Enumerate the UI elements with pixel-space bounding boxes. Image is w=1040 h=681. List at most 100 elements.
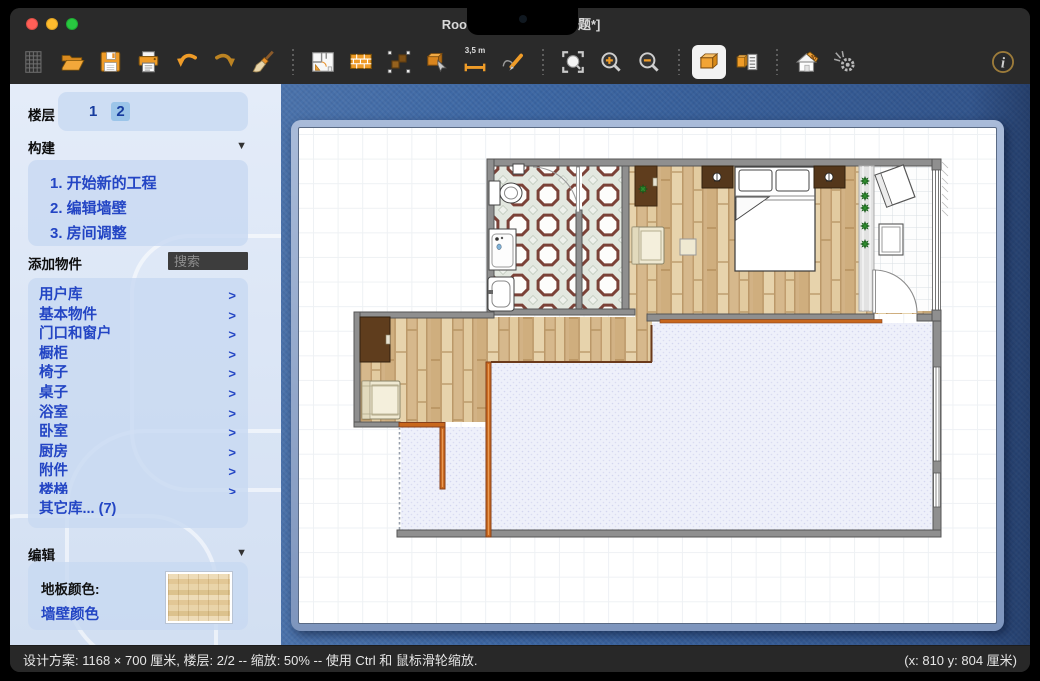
chevron-right-icon: > — [228, 482, 236, 494]
category-stairs[interactable]: 楼梯> — [28, 482, 248, 494]
highlighted-wall[interactable] — [660, 320, 882, 324]
house-3d-icon: 3D — [794, 49, 820, 75]
window-bottom-right[interactable] — [934, 367, 941, 507]
print-icon — [136, 49, 162, 75]
armchair-hall[interactable] — [362, 381, 400, 419]
category-kitchen[interactable]: 厨房> — [28, 443, 248, 463]
category-basic-objects[interactable]: 基本物件> — [28, 306, 248, 326]
new-project-button[interactable] — [18, 45, 52, 79]
chevron-right-icon: > — [228, 325, 236, 345]
category-tables[interactable]: 桌子> — [28, 384, 248, 404]
category-list: 用户库> 基本物件> 门口和窗户> 橱柜> 椅子> 桌子> 浴室> 卧室> 厨房… — [28, 286, 248, 494]
redo-button[interactable] — [208, 45, 242, 79]
info-button[interactable]: i — [986, 45, 1020, 79]
view-3d-button[interactable] — [692, 45, 726, 79]
step-edit-walls-link[interactable]: 2. 编辑墙壁 — [50, 196, 248, 221]
brick-wall-icon — [348, 49, 374, 75]
floor-option-1[interactable]: 1 — [84, 102, 102, 121]
chevron-right-icon: > — [228, 443, 236, 463]
move-object-button[interactable] — [420, 45, 454, 79]
save-button[interactable] — [94, 45, 128, 79]
object-list-button[interactable] — [730, 45, 764, 79]
render-settings-button[interactable] — [828, 45, 862, 79]
status-left: 设计方案: 1168 × 700 厘米, 楼层: 2/2 -- 缩放: 50% … — [23, 650, 478, 669]
plan-page[interactable] — [298, 127, 997, 624]
drawing-canvas[interactable] — [281, 84, 1030, 645]
category-cabinets[interactable]: 橱柜> — [28, 345, 248, 365]
toolbar-separator — [542, 49, 544, 75]
zoom-out-button[interactable] — [632, 45, 666, 79]
undo-button[interactable] — [170, 45, 204, 79]
nightstand-right[interactable] — [814, 166, 845, 188]
toilet[interactable] — [489, 181, 522, 205]
pillow — [776, 170, 809, 191]
open-button[interactable] — [56, 45, 90, 79]
zoom-in-button[interactable] — [594, 45, 628, 79]
new-project-icon — [22, 49, 48, 75]
bathtub[interactable] — [489, 229, 516, 270]
step-new-project-link[interactable]: 1. 开始新的工程 — [50, 171, 248, 196]
step-adjust-rooms-link[interactable]: 3. 房间调整 — [50, 221, 248, 246]
category-chairs[interactable]: 椅子> — [28, 364, 248, 384]
wall-color-link[interactable]: 墙壁颜色 — [41, 603, 99, 624]
category-user-library[interactable]: 用户库> — [28, 286, 248, 306]
svg-text:i: i — [1001, 54, 1006, 71]
side-table[interactable] — [680, 239, 696, 255]
bed[interactable] — [735, 167, 815, 271]
pencil-icon — [500, 49, 526, 75]
floor-color-swatch[interactable] — [166, 572, 232, 623]
armchair-bedroom[interactable] — [632, 227, 664, 264]
move-box-icon — [424, 49, 450, 75]
object-list-icon — [734, 49, 760, 75]
floor-selector: 1 2 — [58, 92, 248, 131]
floors-label: 楼层 — [28, 104, 55, 124]
info-icon: i — [990, 49, 1016, 75]
print-button[interactable] — [132, 45, 166, 79]
zoom-fit-button[interactable] — [556, 45, 590, 79]
screen: Roo 题*] — [0, 0, 1040, 681]
nightstand-left[interactable] — [702, 166, 733, 188]
search-input[interactable] — [168, 252, 248, 270]
edit-points-button[interactable] — [382, 45, 416, 79]
screen-notch — [467, 0, 578, 35]
select-points-icon — [386, 49, 412, 75]
bathroom-vent[interactable] — [513, 164, 524, 174]
category-doors-windows[interactable]: 门口和窗户> — [28, 325, 248, 345]
measure-button[interactable]: 3,5 m — [458, 45, 492, 79]
camera-dot — [519, 15, 527, 23]
cabinet-hall[interactable] — [360, 317, 390, 362]
save-floppy-icon — [98, 49, 124, 75]
edit-walls-button[interactable] — [344, 45, 378, 79]
build-section-header: 构建 — [28, 137, 55, 157]
pillow — [739, 170, 772, 191]
paint-button[interactable] — [246, 45, 280, 79]
plant-shelf[interactable] — [859, 166, 874, 311]
chevron-right-icon: > — [228, 384, 236, 404]
zoom-in-icon — [598, 49, 624, 75]
floor-color-label: 地板颜色: — [41, 578, 100, 598]
chevron-right-icon: > — [228, 364, 236, 384]
category-bathroom[interactable]: 浴室> — [28, 404, 248, 424]
build-collapse-triangle[interactable]: ▼ — [236, 140, 247, 152]
sink[interactable] — [488, 277, 514, 311]
paintbrush-icon — [250, 49, 276, 75]
box-3d-icon — [696, 49, 722, 75]
edit-collapse-triangle[interactable]: ▼ — [236, 547, 247, 559]
edit-section-header: 编辑 — [28, 544, 55, 564]
redo-icon — [212, 49, 238, 75]
category-bedroom[interactable]: 卧室> — [28, 423, 248, 443]
draw-button[interactable] — [496, 45, 530, 79]
category-accessories[interactable]: 附件> — [28, 462, 248, 482]
balcony-stool[interactable] — [879, 224, 903, 255]
window-right[interactable] — [933, 162, 949, 310]
window-title-right: 题*] — [578, 8, 600, 40]
floorplan-icon — [310, 49, 336, 75]
walk-3d-button[interactable]: 3D — [790, 45, 824, 79]
build-steps-panel: 1. 开始新的工程 2. 编辑墙壁 3. 房间调整 — [28, 160, 248, 246]
floor-option-2[interactable]: 2 — [111, 102, 129, 121]
toolbar-separator — [678, 49, 680, 75]
more-libraries-link[interactable]: 其它库... (7) — [28, 494, 248, 518]
plan-page-frame — [291, 120, 1004, 631]
measure-label: 3,5 m — [458, 46, 492, 55]
floorplan-mode-button[interactable] — [306, 45, 340, 79]
